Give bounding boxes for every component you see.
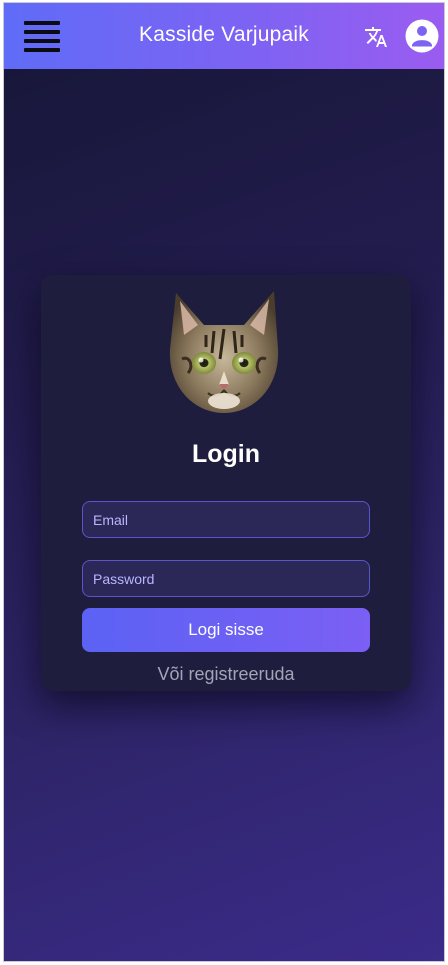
cat-face-logo <box>169 291 279 413</box>
account-circle-icon[interactable] <box>405 19 439 53</box>
login-card: Login Logi sisse Või registreeruda <box>41 275 411 691</box>
translate-icon[interactable] <box>364 25 388 49</box>
app-frame: Kasside Varjupaik Login Email Logi sisse… <box>3 2 445 962</box>
email-field[interactable] <box>82 501 370 538</box>
login-title: Login <box>191 440 261 468</box>
password-field[interactable] <box>82 560 370 597</box>
top-app-bar: Kasside Varjupaik <box>4 3 444 69</box>
login-button[interactable]: Logi sisse <box>82 608 370 652</box>
register-link[interactable]: Või registreeruda <box>41 664 411 685</box>
